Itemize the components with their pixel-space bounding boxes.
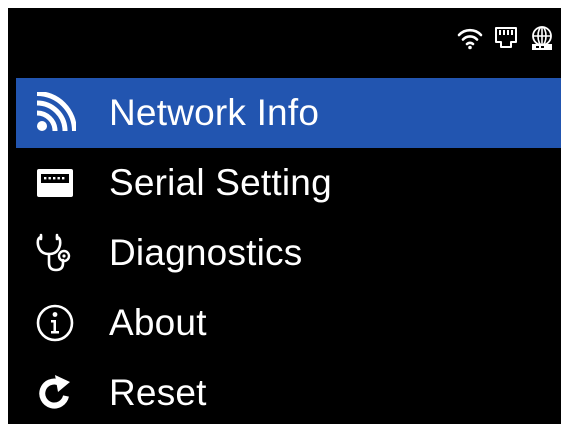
menu-item-diagnostics[interactable]: Diagnostics — [16, 218, 561, 288]
wifi-signal-icon — [33, 91, 77, 135]
menu-item-reset[interactable]: Reset — [16, 358, 561, 424]
serial-port-icon — [33, 161, 77, 205]
status-bar — [457, 18, 555, 58]
device-screen: Network Info Serial Setting Diagnostics … — [8, 8, 561, 424]
menu-item-network-info[interactable]: Network Info — [16, 78, 561, 148]
menu-item-label: Reset — [109, 372, 207, 413]
internet-globe-icon — [529, 25, 555, 51]
menu-item-serial-setting[interactable]: Serial Setting — [16, 148, 561, 218]
menu-item-label: Network Info — [109, 92, 320, 133]
menu-item-label: Diagnostics — [109, 232, 303, 273]
info-icon — [33, 301, 77, 345]
menu-item-about[interactable]: About — [16, 288, 561, 358]
wifi-icon — [457, 25, 483, 51]
reset-icon — [33, 371, 77, 415]
stethoscope-icon — [33, 231, 77, 275]
ethernet-icon — [493, 25, 519, 51]
menu-item-label: Serial Setting — [109, 162, 332, 203]
main-menu: Network Info Serial Setting Diagnostics … — [16, 78, 561, 424]
menu-item-label: About — [109, 302, 207, 343]
